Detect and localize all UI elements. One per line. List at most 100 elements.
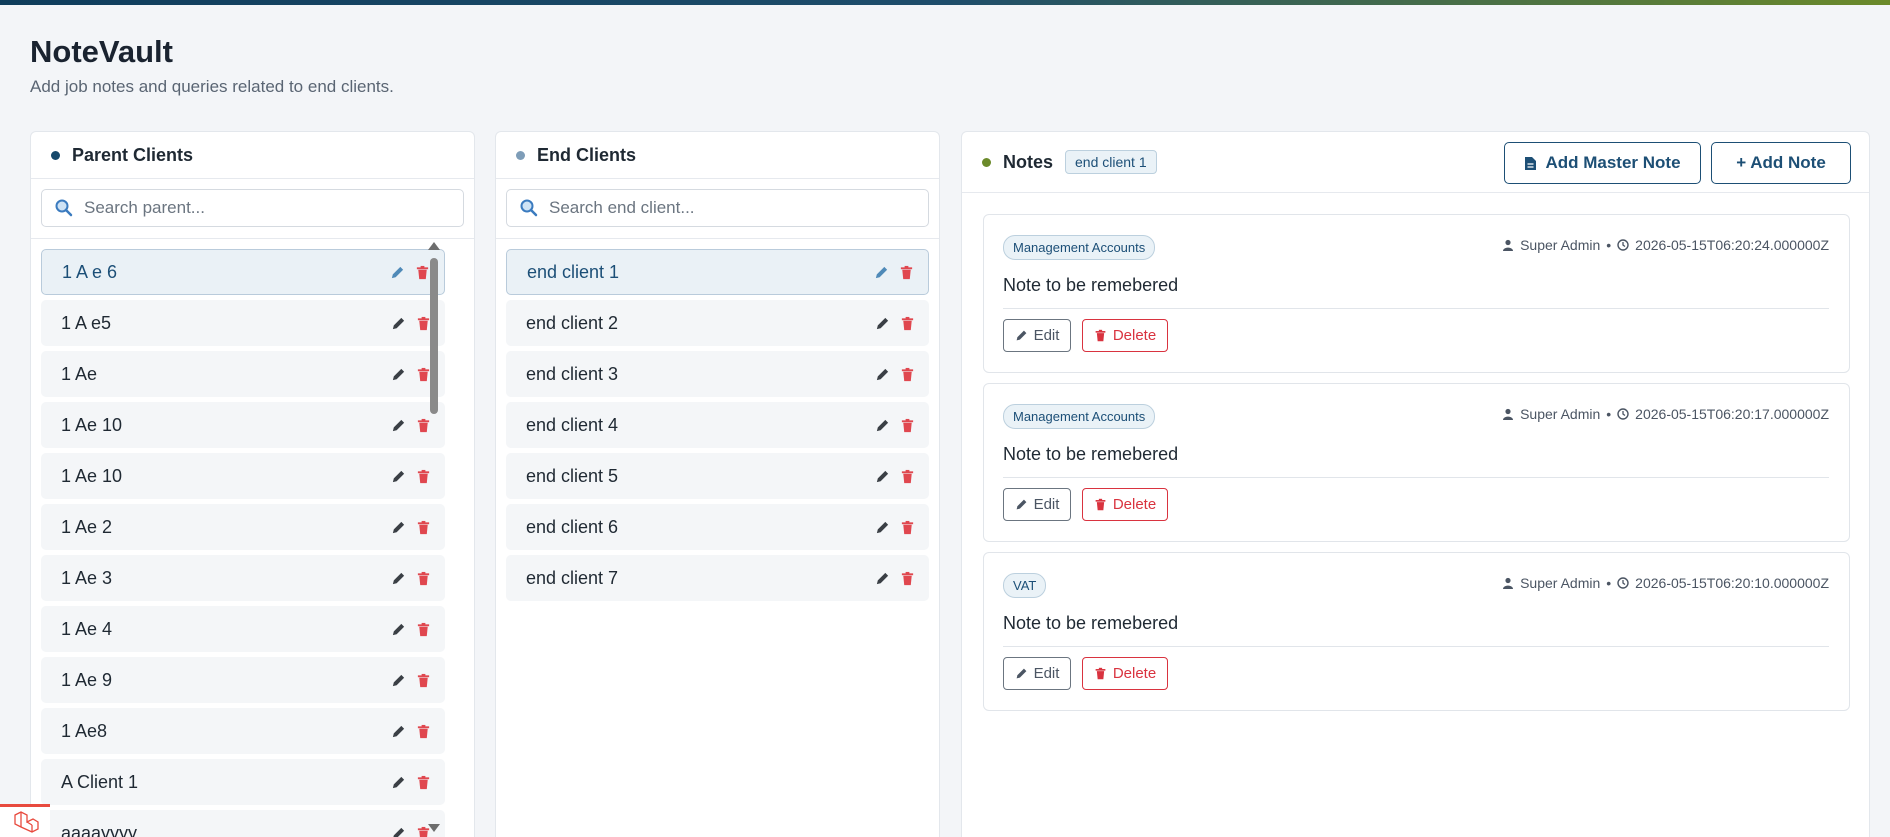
item-actions <box>875 300 915 346</box>
scroll-thumb[interactable] <box>430 258 438 414</box>
trash-icon[interactable] <box>900 316 915 331</box>
note-meta: Super Admin • 2026-05-15T06:20:17.000000Z <box>1502 406 1829 422</box>
parent-client-list-item[interactable]: 1 A e 6 <box>41 249 445 295</box>
page-subtitle: Add job notes and queries related to end… <box>30 77 394 96</box>
pencil-icon[interactable] <box>391 316 406 331</box>
parent-client-list-item[interactable]: 1 Ae 2 <box>41 504 445 550</box>
pencil-icon[interactable] <box>391 571 406 586</box>
item-actions <box>390 250 430 294</box>
parent-client-item-label: 1 Ae 4 <box>61 618 113 639</box>
trash-icon[interactable] <box>899 265 914 280</box>
end-clients-list: end client 1 end client 2 end client 3 end … <box>496 239 939 601</box>
meta-separator: • <box>1606 237 1612 253</box>
pencil-icon[interactable] <box>875 520 890 535</box>
parent-clients-panel: Parent Clients 1 A e 61 A e51 Ae1 Ae 101… <box>30 131 475 837</box>
pencil-icon <box>1016 668 1026 679</box>
parent-client-list-item[interactable]: 1 Ae 3 <box>41 555 445 601</box>
item-actions <box>875 351 915 397</box>
meta-separator: • <box>1606 406 1612 422</box>
trash-icon[interactable] <box>900 367 915 382</box>
pencil-icon[interactable] <box>391 724 406 739</box>
trash-icon[interactable] <box>900 571 915 586</box>
pencil-icon[interactable] <box>391 775 406 790</box>
end-client-list-item[interactable]: end client 5 <box>506 453 929 499</box>
add-master-note-button[interactable]: Add Master Note <box>1504 142 1701 184</box>
end-search-input[interactable] <box>549 198 889 218</box>
page-title: NoteVault <box>30 34 173 69</box>
parent-client-list-item[interactable]: 1 Ae 4 <box>41 606 445 652</box>
pencil-icon[interactable] <box>391 673 406 688</box>
file-icon <box>1525 156 1537 170</box>
end-search-box[interactable] <box>506 189 929 227</box>
parent-client-list-item[interactable]: 1 A e5 <box>41 300 445 346</box>
parent-search-input[interactable] <box>84 198 424 218</box>
pencil-icon[interactable] <box>391 367 406 382</box>
pencil-icon[interactable] <box>875 571 890 586</box>
item-actions <box>391 555 431 601</box>
item-actions <box>391 402 431 448</box>
note-divider <box>1003 646 1829 647</box>
delete-note-button[interactable]: Delete <box>1082 657 1168 690</box>
pencil-icon[interactable] <box>875 316 890 331</box>
pencil-icon[interactable] <box>874 265 889 280</box>
parent-dot-icon <box>51 150 60 160</box>
user-icon <box>1503 239 1514 251</box>
parent-client-item-label: 1 Ae 9 <box>61 669 113 690</box>
parent-clients-header: Parent Clients <box>31 132 474 179</box>
pencil-icon[interactable] <box>391 622 406 637</box>
parent-client-list-item[interactable]: 1 Ae 10 <box>41 402 445 448</box>
end-client-list-item[interactable]: end client 1 <box>506 249 929 295</box>
item-actions <box>391 606 431 652</box>
parent-search-box[interactable] <box>41 189 464 227</box>
delete-note-button[interactable]: Delete <box>1082 319 1168 352</box>
edit-note-button[interactable]: Edit <box>1003 319 1071 352</box>
pencil-icon[interactable] <box>875 469 890 484</box>
scroll-down-arrow-icon[interactable] <box>428 824 440 832</box>
note-divider <box>1003 477 1829 478</box>
pencil-icon[interactable] <box>390 265 405 280</box>
note-divider <box>1003 308 1829 309</box>
end-client-list-item[interactable]: end client 4 <box>506 402 929 448</box>
end-client-list-item[interactable]: end client 2 <box>506 300 929 346</box>
edit-label: Edit <box>1033 665 1060 682</box>
framework-logo <box>0 804 50 837</box>
trash-icon[interactable] <box>900 418 915 433</box>
meta-separator: • <box>1606 575 1612 591</box>
delete-note-button[interactable]: Delete <box>1082 488 1168 521</box>
parent-client-list-item[interactable]: 1 Ae8 <box>41 708 445 754</box>
pencil-icon[interactable] <box>391 520 406 535</box>
end-client-list-item[interactable]: end client 6 <box>506 504 929 550</box>
pencil-icon[interactable] <box>391 418 406 433</box>
end-client-list-item[interactable]: end client 3 <box>506 351 929 397</box>
parent-client-item-label: 1 A e5 <box>61 312 112 333</box>
clock-icon <box>1617 408 1629 420</box>
item-actions <box>875 453 915 499</box>
pencil-icon[interactable] <box>391 469 406 484</box>
parent-client-list-item[interactable]: aaaayyyy <box>41 810 445 837</box>
parent-clients-list: 1 A e 6 1 A e5 1 Ae 1 Ae 10 1 Ae 10 1 Ae 2 1 A… <box>31 239 474 837</box>
end-clients-title: End Clients <box>537 144 637 165</box>
pencil-icon[interactable] <box>875 418 890 433</box>
add-note-button[interactable]: + Add Note <box>1711 142 1851 184</box>
trash-icon[interactable] <box>900 469 915 484</box>
parent-client-list-item[interactable]: 1 Ae <box>41 351 445 397</box>
note-text: Note to be remebered <box>1003 613 1179 633</box>
parent-list-scrollbar[interactable] <box>428 242 440 832</box>
end-client-item-label: end client 3 <box>526 363 619 384</box>
parent-client-list-item[interactable]: A Client 1 <box>41 759 445 805</box>
pencil-icon[interactable] <box>875 367 890 382</box>
pencil-icon[interactable] <box>391 826 406 837</box>
trash-icon[interactable] <box>900 520 915 535</box>
edit-note-button[interactable]: Edit <box>1003 657 1071 690</box>
end-client-list-item[interactable]: end client 7 <box>506 555 929 601</box>
parent-client-list-item[interactable]: 1 Ae 10 <box>41 453 445 499</box>
end-search-wrap <box>496 179 939 239</box>
end-dot-icon <box>516 150 525 160</box>
top-gradient-bar <box>0 0 1890 5</box>
edit-note-button[interactable]: Edit <box>1003 488 1071 521</box>
scroll-up-arrow-icon[interactable] <box>428 242 440 250</box>
parent-client-item-label: 1 Ae 10 <box>61 465 123 486</box>
notes-header: Notes end client 1 Add Master Note + Add… <box>962 132 1869 193</box>
parent-client-list-item[interactable]: 1 Ae 9 <box>41 657 445 703</box>
end-client-item-label: end client 4 <box>526 414 619 435</box>
